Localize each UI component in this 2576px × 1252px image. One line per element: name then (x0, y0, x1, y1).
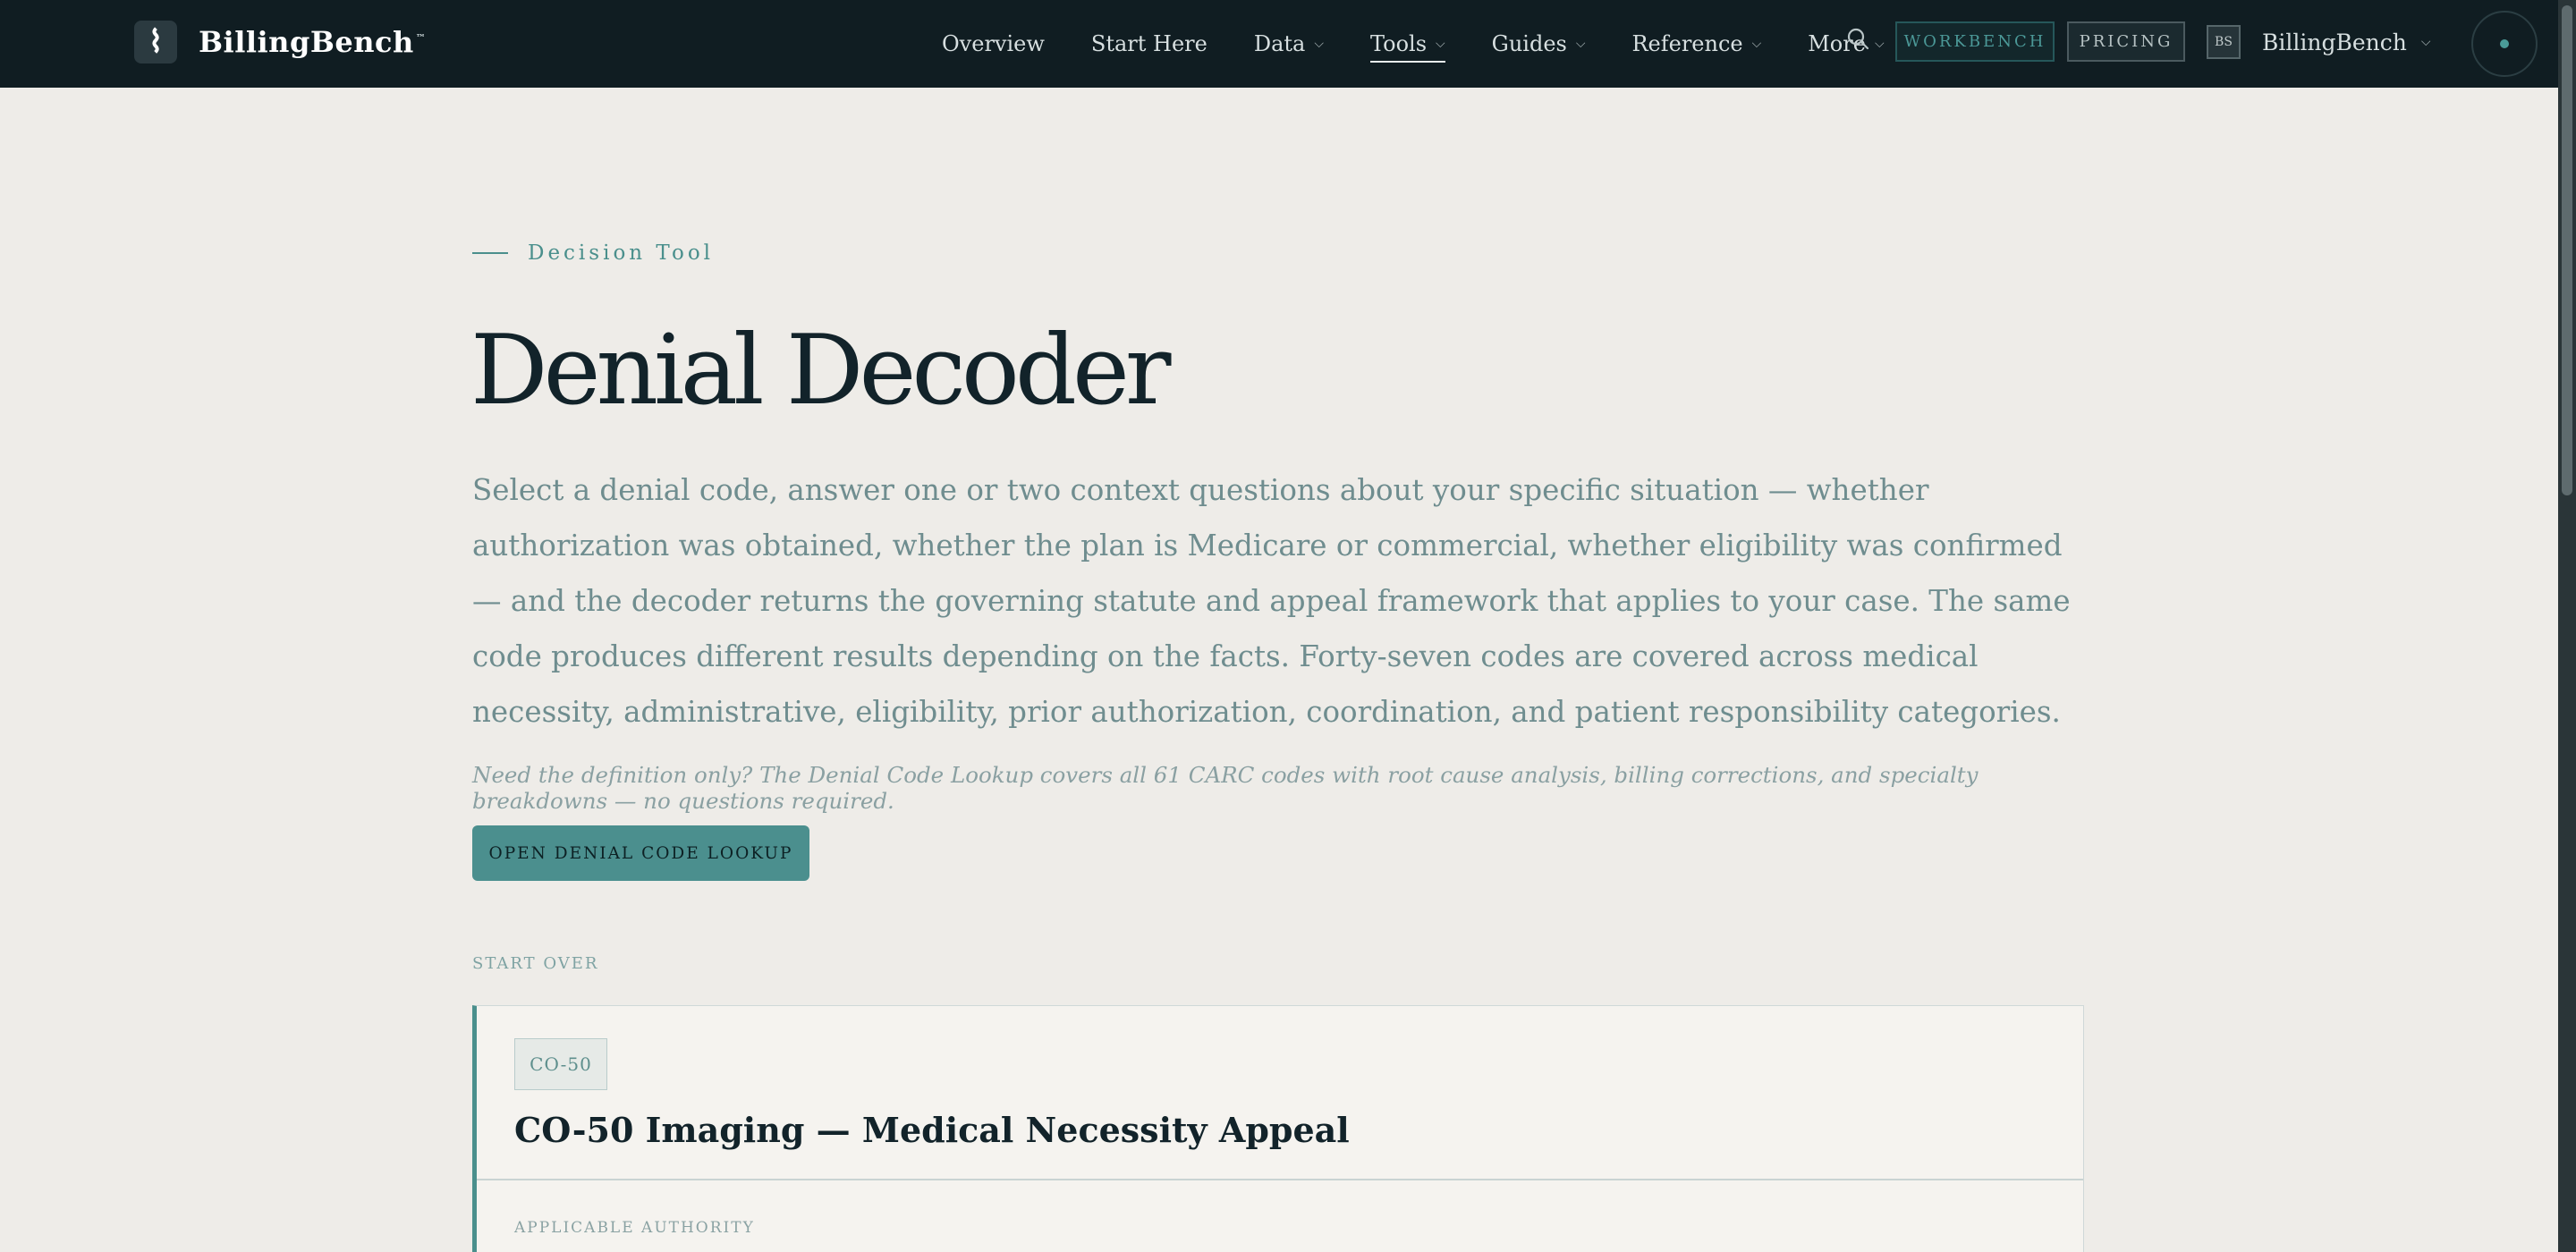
workbench-button[interactable]: WORKBENCH (1895, 21, 2055, 62)
denial-code-badge: CO-50 (514, 1038, 607, 1090)
eyebrow-label: Decision Tool (472, 241, 714, 265)
page-title: Denial Decoder (470, 315, 1172, 427)
nav-item-label: Overview (942, 31, 1045, 56)
nav-item-label: Start Here (1090, 31, 1208, 56)
nav-item-data[interactable]: Data ⌵ (1254, 0, 1324, 88)
card-divider (477, 1179, 2083, 1180)
brand-logo-icon: ⌇ (134, 21, 177, 63)
chevron-down-icon: ⌵ (1436, 37, 1445, 51)
chevron-down-icon: ⌵ (1874, 37, 1885, 51)
primary-nav: Overview Start Here Data ⌵ Tools ⌵ Guide… (942, 0, 1931, 88)
scrollbar-thumb[interactable] (2562, 5, 2572, 495)
nav-item-label: Guides (1491, 31, 1567, 56)
nav-item-reference[interactable]: Reference ⌵ (1631, 0, 1761, 88)
account-label: BillingBench (2262, 29, 2407, 55)
account-menu[interactable]: BillingBench ⌵ (2262, 25, 2430, 59)
chevron-down-icon: ⌵ (1314, 37, 1324, 51)
chevron-down-icon: ⌵ (1575, 37, 1586, 51)
chevron-down-icon: ⌵ (1751, 37, 1762, 51)
start-over-link[interactable]: START OVER (472, 954, 598, 973)
intro-paragraph: Select a denial code, answer one or two … (472, 473, 2071, 729)
search-icon[interactable] (1844, 25, 1873, 54)
nav-item-label: Reference (1631, 31, 1743, 56)
lookup-note: Need the definition only? The Denial Cod… (472, 762, 1979, 814)
chevron-down-icon: ⌵ (2420, 35, 2431, 49)
page-scrollbar[interactable] (2558, 0, 2576, 1252)
brand-name: BillingBench ™ (199, 25, 427, 59)
nav-item-overview[interactable]: Overview (942, 0, 1045, 88)
eyebrow-text: Decision Tool (528, 241, 715, 265)
avatar[interactable]: BS (2207, 25, 2241, 59)
nav-item-guides[interactable]: Guides ⌵ (1492, 0, 1586, 88)
status-dot-icon (2500, 39, 2509, 48)
nav-item-tools[interactable]: Tools ⌵ (1369, 0, 1445, 88)
applicable-authority-heading: APPLICABLE AUTHORITY (514, 1219, 755, 1237)
eyebrow-rule (472, 252, 508, 254)
open-denial-code-lookup-button[interactable]: OPEN DENIAL CODE LOOKUP (472, 825, 809, 881)
pricing-button[interactable]: PRICING (2067, 21, 2185, 62)
result-card: CO-50 CO-50 Imaging — Medical Necessity … (472, 1005, 2084, 1252)
nav-item-label: Tools (1369, 31, 1428, 56)
nav-item-start-here[interactable]: Start Here (1091, 0, 1208, 88)
trademark-mark: ™ (415, 32, 427, 45)
top-navbar: ⌇ BillingBench ™ Overview Start Here Data… (0, 0, 2558, 88)
nav-item-label: Data (1253, 31, 1306, 56)
brand-home-link[interactable]: ⌇ BillingBench ™ (134, 20, 426, 64)
active-nav-underline (1369, 61, 1445, 63)
result-card-title: CO-50 Imaging — Medical Necessity Appeal (514, 1110, 1350, 1150)
status-circle-button[interactable] (2471, 11, 2538, 77)
